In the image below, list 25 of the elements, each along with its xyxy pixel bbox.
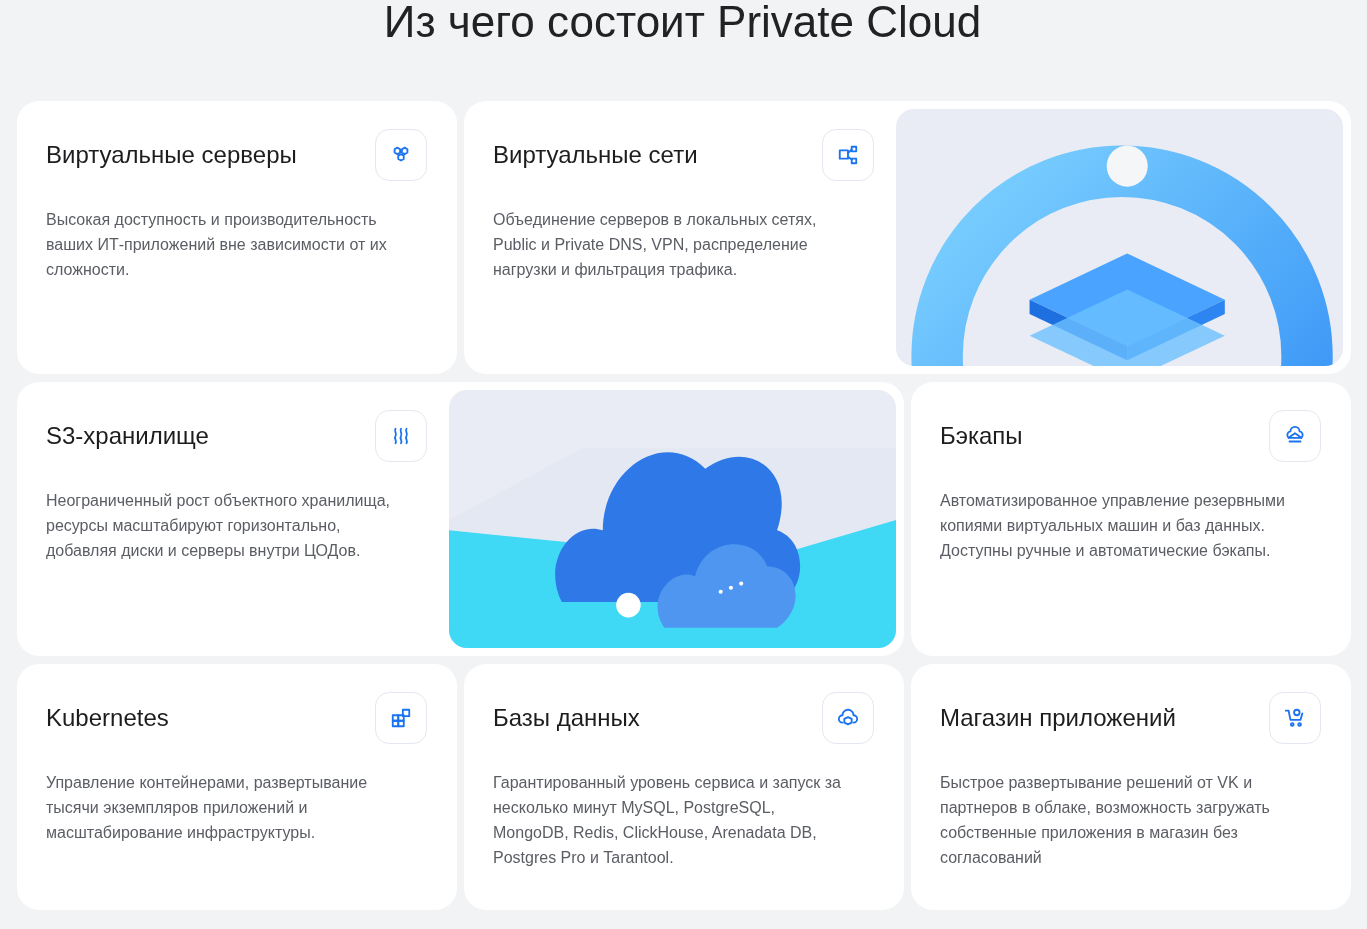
icon-button[interactable] xyxy=(375,129,427,181)
card-description: Быстрое развертывание решений от VK и партнеров в облаке, возможность загружать собственные приложения в магазин без согласований xyxy=(940,773,1271,868)
card-title: S3-хранилище xyxy=(46,422,209,450)
icon-button[interactable] xyxy=(375,410,427,462)
card-title: Базы данных xyxy=(493,704,640,732)
card-description: Гарантированный уровень сервиса и запуск за несколько минут MySQL, PostgreSQL, MongoDB, Redis, ClickHouse, Arenadata DB, Postgres Pro и Tarantool. xyxy=(493,773,842,868)
card-description: Автоматизированное управление резервными копиями виртуальных машин и баз данных. Доступны ручные и автоматические бэкапы. xyxy=(940,491,1286,561)
card-title: Виртуальные серверы xyxy=(46,141,297,169)
icon-button[interactable] xyxy=(822,692,874,744)
icon-button[interactable] xyxy=(1269,692,1321,744)
card-title: Магазин приложений xyxy=(940,704,1176,732)
cart-icon xyxy=(1284,707,1306,729)
card-title: Виртуальные сети xyxy=(493,141,698,169)
card-description: Управление контейнерами, развертывание тысячи экземпляров приложений и масштабирование инфраструктуры. xyxy=(46,773,369,843)
icon-button[interactable] xyxy=(375,692,427,744)
card-description: Объединение серверов в локальных сетях, Public и Private DNS, VPN, распределение нагрузки и фильтрация трафика. xyxy=(493,210,818,280)
icon-button[interactable] xyxy=(822,129,874,181)
icon-button[interactable] xyxy=(1269,410,1321,462)
blocks-icon xyxy=(390,707,412,729)
card-description: Неограниченный рост объектного хранилища, ресурсы масштабируют горизонтально, добавляя диски и серверы внутри ЦОДов. xyxy=(46,491,391,561)
card-description: Высокая доступность и производительность ваших ИТ-приложений вне зависимости от их сложности. xyxy=(46,210,388,280)
card-title: Kubernetes xyxy=(46,704,169,732)
card-title: Бэкапы xyxy=(940,422,1023,450)
network-icon xyxy=(837,144,859,166)
page-heading: Из чего состоит Private Cloud xyxy=(382,0,983,48)
